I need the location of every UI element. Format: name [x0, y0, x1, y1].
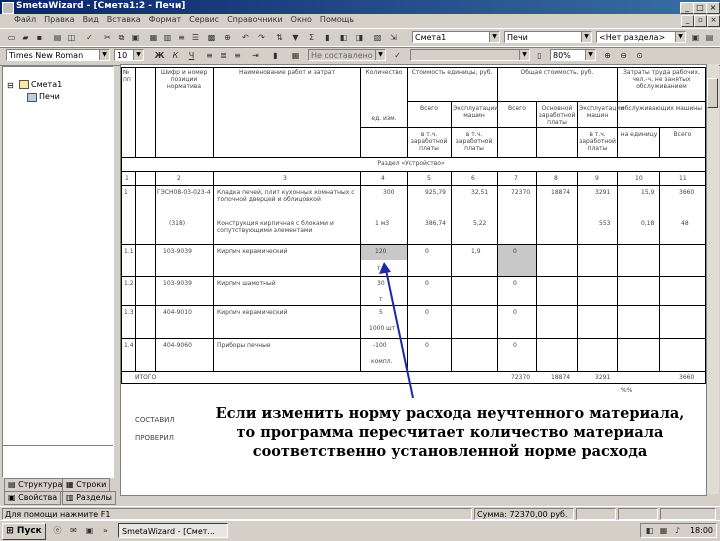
taskbar-app-button[interactable]: SmetaWizard - [Смет... [118, 523, 228, 538]
language-icon[interactable]: ◧ [644, 525, 655, 536]
status-panel [618, 508, 658, 520]
network-icon[interactable]: ▦ [658, 525, 669, 536]
start-button[interactable]: ⊞ Пуск [2, 523, 46, 540]
outlook-icon[interactable]: ✉ [68, 525, 79, 536]
ie-icon[interactable]: ⓔ [52, 525, 63, 536]
status-help: Для помощи нажмите F1 [2, 508, 472, 520]
system-tray: ◧ ▦ ♪ 18:00 [640, 523, 717, 538]
caption-line: то программа пересчитает количество мате… [236, 424, 664, 441]
taskbar: ⊞ Пуск ⓔ ✉ ▣ » SmetaWizard - [Смет... ◧ … [0, 520, 720, 541]
caption-line: Если изменить норму расхода неучтенного … [215, 405, 685, 422]
explanation-caption: Если изменить норму расхода неучтенного … [190, 404, 710, 461]
quicklaunch-more-icon[interactable]: » [100, 525, 111, 536]
status-panel [576, 508, 616, 520]
windows-icon: ⊞ [6, 526, 17, 536]
volume-icon[interactable]: ♪ [672, 525, 683, 536]
desktop-icon[interactable]: ▣ [84, 525, 95, 536]
status-bar: Для помощи нажмите F1 Сумма: 72370,00 ру… [0, 506, 720, 521]
status-panel [660, 508, 716, 520]
caption-line: соответственно установленной норме расхо… [252, 443, 648, 460]
clock: 18:00 [689, 526, 713, 535]
status-sum: Сумма: 72370,00 руб. [474, 508, 574, 520]
